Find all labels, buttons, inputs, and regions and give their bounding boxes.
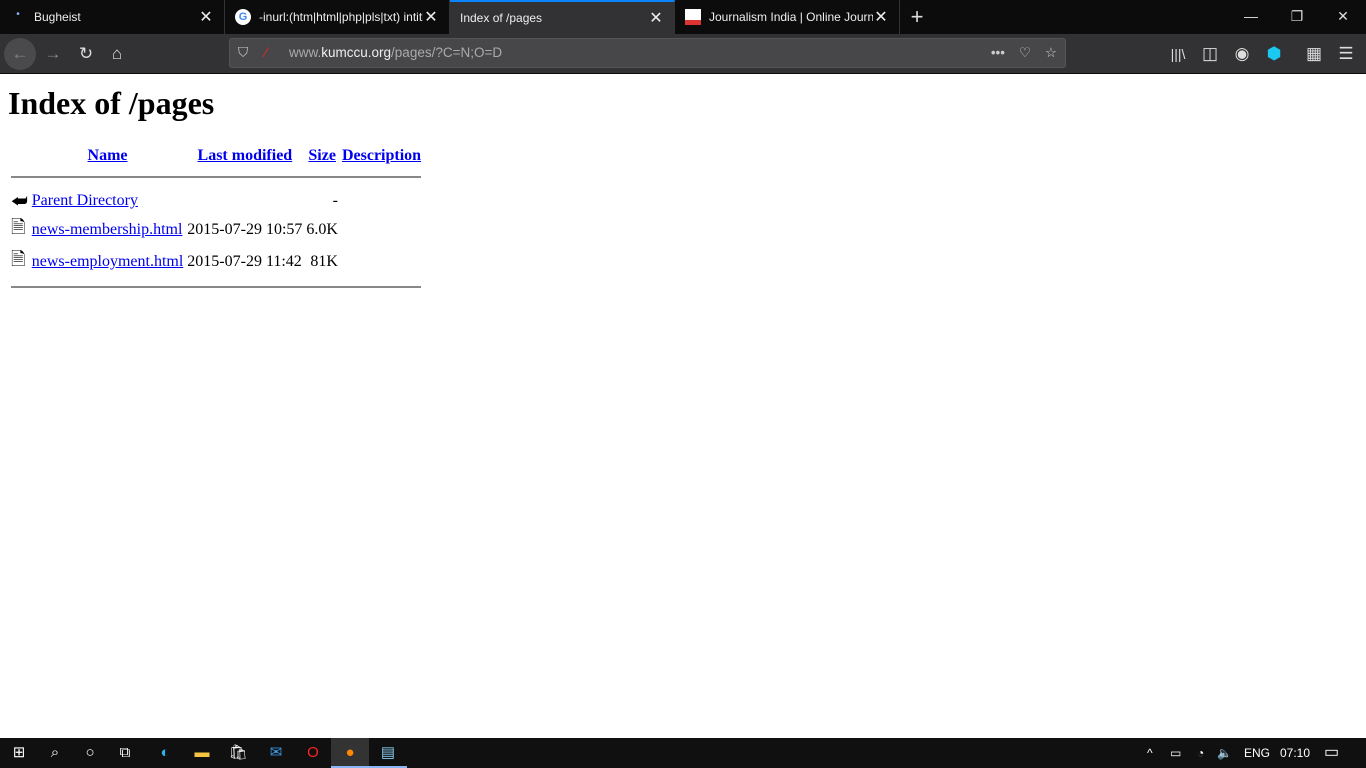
indiaspend-icon [685,9,701,25]
task-view-icon[interactable]: ⧉ [106,738,144,768]
tab-journalism-india[interactable]: Journalism India | Online Journalism✕ [675,0,900,34]
insecure-lock-icon[interactable]: ⁄ [265,39,267,67]
divider [11,286,422,288]
back-icon: ⮨ [11,190,28,211]
parent-directory-link[interactable]: Parent Directory [32,192,138,209]
forward-button[interactable]: → [37,38,69,70]
volume-icon[interactable]: 🔈 [1217,738,1232,768]
shield-icon[interactable]: ⛉ [238,39,248,67]
url-bar[interactable]: ⛉ ⁄ www.kumccu.org/pages/?C=N;O=D ••• ♡ … [229,38,1066,68]
store-icon[interactable]: 🛍 [219,738,257,768]
battery-icon[interactable]: ▭ [1170,738,1181,768]
file-icon: 🗎 [11,249,26,269]
mail-icon[interactable]: ✉ [257,738,295,768]
cortana-icon[interactable]: ○ [71,738,109,768]
sort-by-description-link[interactable]: Description [342,147,421,164]
account-icon[interactable]: ◉ [1226,38,1258,70]
clock[interactable]: 07:10 [1280,738,1310,768]
tab-bar: • Bugheist ✕ G -inurl:(htm|html|php|pls|txt… [0,0,1366,34]
file-link[interactable]: news-employment.html [32,253,184,270]
close-tab-icon[interactable]: ✕ [873,7,889,27]
dot-icon: • [16,9,20,20]
file-explorer-icon[interactable]: ▬ [183,738,221,768]
back-button[interactable]: ← [4,38,36,70]
tab-index-of-pages[interactable]: Index of /pages ✕ [450,0,675,34]
close-tab-icon[interactable]: ✕ [423,7,439,27]
google-icon: G [235,9,251,25]
notifications-icon[interactable]: ▭ [1324,738,1339,768]
table-row: 🗎 news-membership.html 2015-07-29 10:57 … [10,215,422,245]
divider [11,176,422,178]
close-window-button[interactable]: ✕ [1320,0,1366,34]
table-row: ⮨ Parent Directory - [10,189,422,213]
bookmark-star-icon[interactable]: ☆ [1045,39,1057,67]
tab-google[interactable]: G-inurl:(htm|html|php|pls|txt) intitle:i… [225,0,450,34]
home-button[interactable]: ⌂ [101,38,133,70]
extension-icon[interactable]: ⬢ [1258,38,1290,70]
firefox-icon[interactable]: ● [331,738,369,768]
notepad-icon[interactable]: ▤ [369,738,407,768]
reload-button[interactable]: ↻ [70,38,102,70]
menu-icon[interactable]: ☰ [1330,38,1362,70]
sort-by-size-link[interactable]: Size [308,147,336,164]
table-row: 🗎 news-employment.html 2015-07-29 11:42 … [10,247,422,277]
show-hidden-icons[interactable]: ^ [1147,738,1153,768]
language-indicator[interactable]: ENG [1244,738,1270,768]
file-link[interactable]: news-membership.html [32,221,183,238]
navigation-bar: ← → ↻ ⌂ ⛉ ⁄ www.kumccu.org/pages/?C=N;O=… [0,34,1366,74]
sidebar-icon[interactable]: ◫ [1194,38,1226,70]
edge-icon[interactable]: ◐ [146,738,184,768]
tab-bugheist[interactable]: • Bugheist ✕ [0,0,225,34]
close-tab-icon[interactable]: ✕ [198,7,214,27]
minimize-button[interactable]: — [1228,0,1274,34]
pocket-icon[interactable]: ♡ [1019,39,1031,67]
restore-button[interactable]: ❐ [1274,0,1320,34]
directory-listing: Name Last modified Size Description ⮨ Pa… [8,145,424,297]
page-content: Index of /pages Name Last modified Size … [0,75,1366,738]
close-tab-icon[interactable]: ✕ [648,8,664,28]
search-icon[interactable]: ⌕ [36,738,74,768]
opera-icon[interactable]: O [294,738,332,768]
page-title: Index of /pages [8,85,215,121]
sort-by-name-link[interactable]: Name [88,147,128,164]
windows-start-icon[interactable]: ⊞ [0,738,38,768]
wifi-icon[interactable]: ◔ [1197,738,1204,768]
sort-by-modified-link[interactable]: Last modified [198,147,293,164]
gift-icon[interactable]: ▦ [1298,38,1330,70]
library-icon[interactable]: |||\ [1162,38,1194,70]
new-tab-button[interactable]: + [900,0,934,34]
taskbar: ⊞ ⌕ ○ ⧉ ◐ ▬ 🛍 ✉ O ● ▤ ^ ▭ ◔ 🔈 ENG 07:10 … [0,738,1366,768]
more-actions-icon[interactable]: ••• [991,39,1005,67]
file-icon: 🗎 [11,217,26,237]
